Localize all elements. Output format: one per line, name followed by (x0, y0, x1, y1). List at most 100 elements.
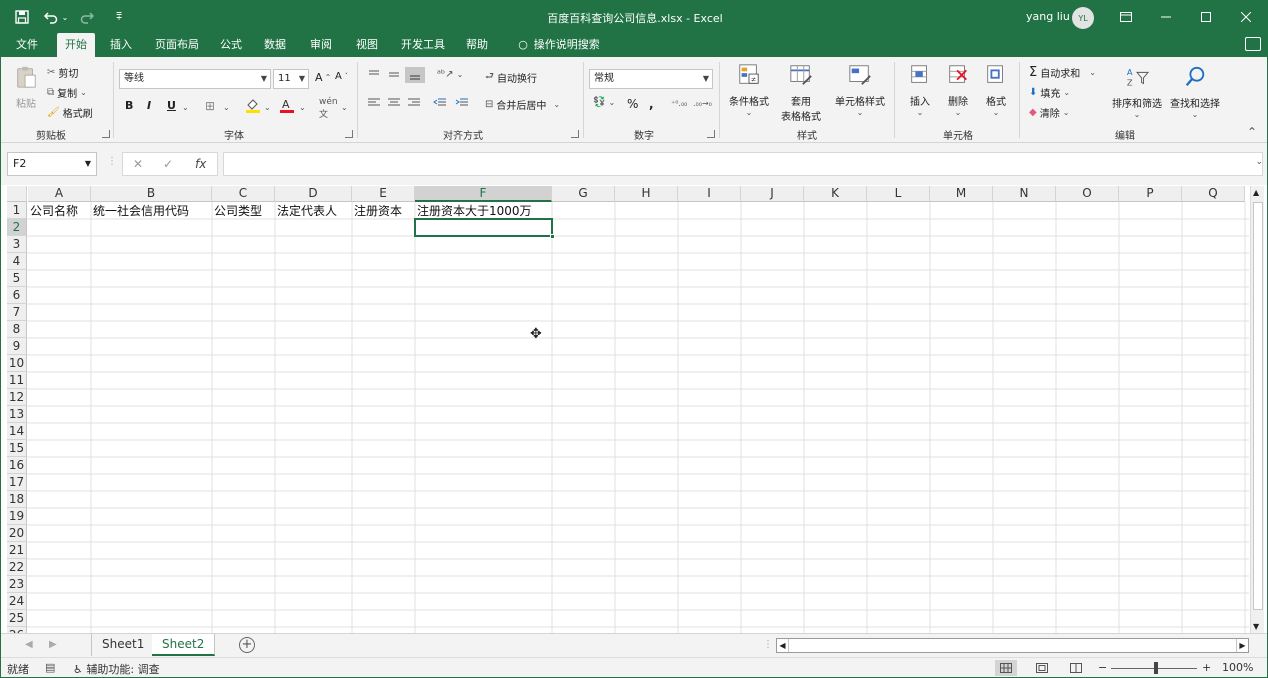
increase-font-icon[interactable]: A ^ (315, 71, 331, 84)
cell-E1[interactable]: 注册资本 (352, 203, 414, 220)
minimize-icon[interactable] (1146, 1, 1186, 33)
align-center-icon[interactable] (387, 97, 401, 109)
close-icon[interactable] (1226, 1, 1266, 33)
row-header-18[interactable]: 18 (7, 491, 27, 508)
add-sheet-icon[interactable]: + (239, 637, 255, 653)
page-break-view-icon[interactable] (1065, 660, 1087, 676)
zoom-out-icon[interactable]: − (1098, 661, 1107, 674)
ribbon-display-icon[interactable] (1106, 1, 1146, 33)
format-cells-button[interactable]: 格式 ⌄ (979, 63, 1013, 117)
tab-formulas[interactable]: 公式 (213, 33, 249, 57)
tab-view[interactable]: 视图 (349, 33, 385, 57)
tab-file[interactable]: 文件 (9, 33, 45, 57)
find-select-button[interactable]: 查找和选择 ⌄ (1167, 65, 1223, 119)
vertical-scroll-thumb[interactable] (1253, 202, 1263, 610)
tell-me-search[interactable]: ○ 操作说明搜索 (509, 33, 609, 57)
tab-help[interactable]: 帮助 (459, 33, 495, 57)
macro-record-icon[interactable]: ▤ (45, 661, 55, 674)
page-layout-view-icon[interactable] (1031, 660, 1053, 676)
align-right-icon[interactable] (407, 97, 421, 109)
fill-dropdown-icon[interactable]: ⌄ (264, 103, 271, 112)
copy-button[interactable]: ⧉ 复制 ⌄ (47, 85, 87, 100)
avatar[interactable]: YL (1072, 7, 1094, 29)
row-header-22[interactable]: 22 (7, 559, 27, 576)
number-format-select[interactable]: 常规 ▼ (589, 69, 713, 89)
bold-button[interactable]: B (125, 99, 133, 112)
decrease-decimal-icon[interactable]: .₀₀→₀ (693, 99, 712, 108)
column-header-I[interactable]: I (678, 186, 741, 202)
column-header-N[interactable]: N (993, 186, 1056, 202)
column-header-L[interactable]: L (867, 186, 930, 202)
comments-icon[interactable] (1245, 37, 1261, 51)
increase-decimal-icon[interactable]: ⁺⁰.₀₀ (671, 99, 687, 108)
column-header-E[interactable]: E (352, 186, 415, 202)
row-header-9[interactable]: 9 (7, 338, 27, 355)
expand-formula-icon[interactable]: ⌄ (1255, 157, 1263, 167)
row-header-7[interactable]: 7 (7, 304, 27, 321)
insert-cells-button[interactable]: 插入 ⌄ (903, 63, 937, 117)
cell-D1[interactable]: 法定代表人 (275, 203, 351, 220)
row-header-13[interactable]: 13 (7, 406, 27, 423)
font-size-select[interactable]: 11 ▼ (273, 69, 309, 89)
select-all-corner[interactable] (7, 186, 27, 202)
fill-handle[interactable] (550, 234, 555, 239)
comma-button[interactable]: , (649, 97, 654, 111)
alignment-launcher-icon[interactable] (571, 130, 579, 138)
sheet-next-icon[interactable]: ▶ (49, 639, 57, 650)
underline-dropdown-icon[interactable]: ⌄ (182, 103, 189, 112)
tab-insert[interactable]: 插入 (103, 33, 139, 57)
font-name-select[interactable]: 等线 ▼ (119, 69, 271, 89)
row-header-23[interactable]: 23 (7, 576, 27, 593)
font-color-icon[interactable]: A (279, 97, 295, 113)
column-header-D[interactable]: D (275, 186, 352, 202)
cell-C1[interactable]: 公司类型 (212, 203, 274, 220)
autosum-button[interactable]: Σ 自动求和 ⌄ (1029, 65, 1096, 80)
row-header-4[interactable]: 4 (7, 253, 27, 270)
column-header-B[interactable]: B (91, 186, 212, 202)
row-header-5[interactable]: 5 (7, 270, 27, 287)
paste-button[interactable]: 粘贴 (11, 65, 41, 110)
zoom-slider-thumb[interactable] (1154, 662, 1158, 674)
sheet-tab-sheet2[interactable]: Sheet2 (152, 634, 216, 656)
row-header-21[interactable]: 21 (7, 542, 27, 559)
align-left-icon[interactable] (367, 97, 381, 109)
conditional-format-button[interactable]: ≠ 条件格式 ⌄ (725, 63, 773, 117)
column-header-K[interactable]: K (804, 186, 867, 202)
percent-button[interactable]: % (627, 97, 638, 111)
spreadsheet-grid[interactable]: ABCDEFGHIJKLMNOPQ 1 2 3 4 5 6 7 8 9 10 11 12 13 14 15 1… (7, 186, 1249, 633)
sort-filter-button[interactable]: AZ 排序和筛选 ⌄ (1109, 65, 1165, 119)
scroll-down-icon[interactable]: ▼ (1253, 622, 1259, 631)
column-header-J[interactable]: J (741, 186, 804, 202)
align-bottom-icon[interactable] (405, 67, 425, 83)
sheet-tab-sheet1[interactable]: Sheet1 (91, 634, 156, 656)
cancel-icon[interactable]: ✕ (133, 157, 143, 171)
number-launcher-icon[interactable] (707, 130, 715, 138)
row-header-2[interactable]: 2 (7, 219, 27, 236)
row-header-6[interactable]: 6 (7, 287, 27, 304)
tab-data[interactable]: 数据 (257, 33, 293, 57)
enter-icon[interactable]: ✓ (163, 157, 173, 171)
scroll-left-icon[interactable]: ◀ (777, 639, 789, 652)
row-header-24[interactable]: 24 (7, 593, 27, 610)
horizontal-scrollbar[interactable]: ◀ ▶ (776, 638, 1249, 653)
border-icon[interactable]: ⊞ (205, 99, 215, 113)
row-header-16[interactable]: 16 (7, 457, 27, 474)
row-header-10[interactable]: 10 (7, 355, 27, 372)
decrease-indent-icon[interactable] (433, 97, 447, 109)
column-header-Q[interactable]: Q (1182, 186, 1245, 202)
row-header-3[interactable]: 3 (7, 236, 27, 253)
name-box[interactable]: F2 ▼ (7, 152, 97, 176)
row-header-8[interactable]: 8 (7, 321, 27, 338)
underline-button[interactable]: U (167, 99, 176, 112)
column-header-M[interactable]: M (930, 186, 993, 202)
column-header-G[interactable]: G (552, 186, 615, 202)
tab-developer[interactable]: 开发工具 (395, 33, 451, 57)
wrap-text-button[interactable]: ⮐ 自动换行 (485, 69, 537, 86)
tab-home[interactable]: 开始 (57, 33, 95, 57)
restore-icon[interactable] (1186, 1, 1226, 33)
column-header-F[interactable]: F (415, 186, 552, 202)
formula-input[interactable] (223, 152, 1263, 176)
column-header-O[interactable]: O (1056, 186, 1119, 202)
cell-A1[interactable]: 公司名称 (28, 203, 90, 220)
cell-B1[interactable]: 统一社会信用代码 (91, 203, 211, 220)
